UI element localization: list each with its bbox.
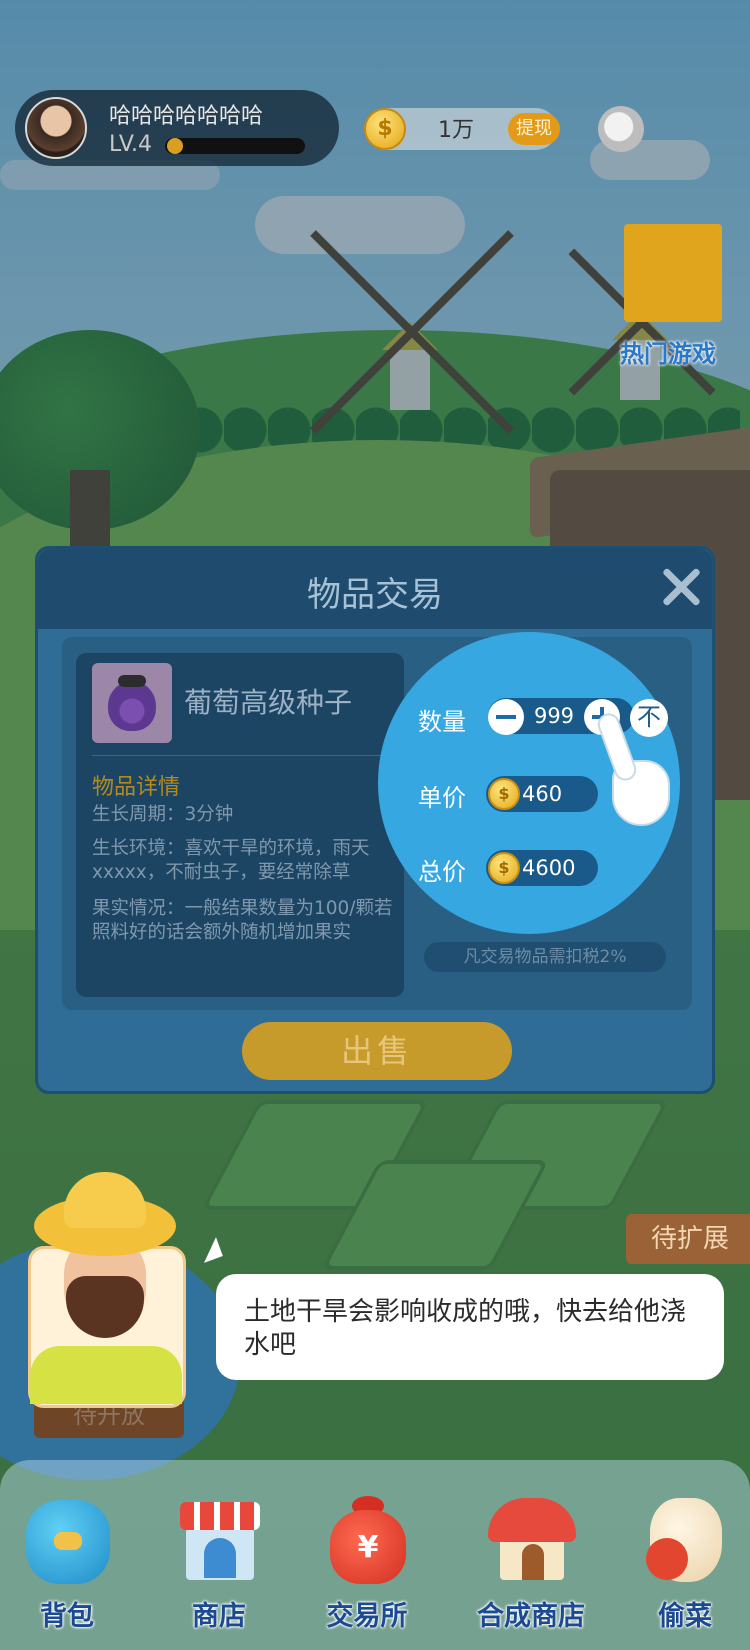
sell-button[interactable]: 出售 [242, 1022, 512, 1080]
shop-icon [174, 1490, 264, 1586]
quantity-label: 数量 [418, 708, 466, 736]
avatar[interactable] [25, 97, 87, 159]
pointing-hand-icon [594, 710, 674, 832]
tax-note: 凡交易物品需扣税2% [424, 942, 666, 972]
level-label: LV.4 [109, 132, 153, 157]
dialog-title: 物品交易 [307, 575, 443, 615]
unit-price-label: 单价 [418, 784, 466, 812]
glove-icon [640, 1490, 730, 1586]
item-name: 葡萄高级种子 [184, 686, 353, 719]
nav-label: 偷菜 [658, 1601, 712, 1632]
nav-synthesis-shop[interactable]: 合成商店 [466, 1490, 596, 1640]
nav-steal-vegetables[interactable]: 偷菜 [620, 1490, 750, 1640]
username: 哈哈哈哈哈哈哈 [109, 104, 264, 129]
weather-cloud-icon[interactable] [598, 106, 644, 152]
withdraw-button[interactable]: 提现 [508, 113, 560, 145]
item-info-panel: 葡萄高级种子 物品详情 生长周期：3分钟 生长环境：喜欢干旱的环境，雨天xxxx… [76, 653, 404, 997]
total-price-value: 4600 [522, 856, 576, 880]
nav-shop[interactable]: 商店 [154, 1490, 284, 1640]
nav-label: 商店 [192, 1601, 246, 1632]
hot-games-label[interactable]: 热门游戏 [620, 334, 716, 369]
close-icon[interactable] [659, 565, 703, 609]
money-bag-icon: ¥ [322, 1490, 412, 1586]
growth-cycle: 生长周期：3分钟 [92, 804, 234, 825]
coin-icon: $ [488, 852, 520, 884]
seed-bag-icon [92, 663, 172, 743]
farmer-shirt [30, 1346, 182, 1404]
coin-icon: $ [364, 108, 406, 150]
total-price-label: 总价 [418, 858, 466, 886]
nav-label: 背包 [40, 1601, 94, 1632]
growth-environment: 生长环境：喜欢干旱的环境，雨天xxxxx，不耐虫子，要经常除草 [92, 838, 370, 883]
experience-bar [165, 138, 305, 154]
fruit-info: 果实情况：一般结果数量为100/颗若照料好的话会额外随机增加果实 [92, 898, 393, 943]
hot-games-icon[interactable] [624, 224, 722, 322]
item-details-title: 物品详情 [92, 775, 181, 800]
unit-price-value: 460 [522, 782, 563, 806]
house-icon [486, 1490, 576, 1586]
nav-backpack[interactable]: 背包 [2, 1490, 132, 1640]
nav-label: 合成商店 [477, 1601, 585, 1632]
nav-label: 交易所 [326, 1601, 408, 1632]
backpack-icon [22, 1490, 112, 1586]
quantity-value[interactable]: 999 [526, 704, 582, 728]
nav-exchange[interactable]: ¥ 交易所 [302, 1490, 432, 1640]
expand-sign[interactable]: 待扩展 [626, 1214, 750, 1264]
divider [92, 755, 388, 756]
experience-fill [167, 138, 183, 154]
coin-icon: $ [488, 778, 520, 810]
coin-amount: 1万 [438, 118, 474, 143]
player-profile[interactable]: 哈哈哈哈哈哈哈 LV.4 [15, 90, 339, 166]
minus-icon[interactable] [488, 699, 524, 735]
tip-text: 土地干旱会影响收成的哦，快去给他浇水吧 [244, 1297, 687, 1360]
